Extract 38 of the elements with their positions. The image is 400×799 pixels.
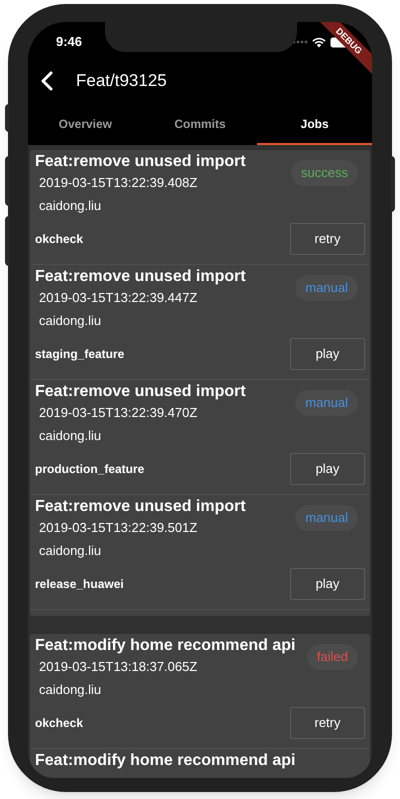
created-time: 2019-03-15T13:22:39.470Z [39, 404, 198, 422]
job-name: staging_feature [35, 346, 124, 363]
status-badge: manual [295, 275, 358, 301]
job-name: production_feature [35, 461, 144, 478]
status-badge: manual [295, 390, 358, 416]
status-badge: success [291, 160, 358, 186]
job-action-button[interactable]: retry [290, 223, 365, 255]
created-time: 2019-03-15T13:22:39.447Z [39, 289, 198, 307]
commit-title: Feat:remove unused import [35, 497, 246, 517]
status-time: 9:46 [56, 33, 82, 52]
job-action-button[interactable]: retry [290, 707, 365, 739]
signal-icon [292, 40, 308, 44]
author-name: caidong.liu [39, 427, 102, 445]
commit-title: Feat:remove unused import [35, 267, 246, 287]
wifi-icon [312, 36, 326, 48]
job-name: okcheck [35, 231, 84, 248]
commit-title: Feat:modify home recommend api [35, 636, 296, 656]
author-name: caidong.liu [39, 312, 102, 330]
commit-title: Feat:modify home recommend api [35, 751, 296, 771]
commit-title: Feat:remove unused import [35, 152, 246, 172]
created-time: 2019-03-15T13:22:39.501Z [39, 519, 198, 537]
created-time: 2019-03-15T13:18:37.065Z [39, 658, 198, 676]
created-time: 2019-03-15T13:22:39.408Z [39, 174, 198, 192]
back-icon[interactable] [40, 71, 54, 91]
status-badge: failed [306, 644, 358, 670]
author-name: caidong.liu [39, 197, 102, 215]
job-name: release_huawei [35, 576, 124, 593]
commit-title: Feat:remove unused import [35, 382, 246, 402]
author-name: caidong.liu [39, 681, 102, 699]
job-action-button[interactable]: play [290, 568, 365, 600]
job-action-button[interactable]: play [290, 338, 365, 370]
job-name: okcheck [35, 715, 84, 732]
author-name: caidong.liu [39, 542, 102, 560]
page-title: Feat/t93125 [76, 70, 167, 92]
status-badge: manual [295, 505, 358, 531]
tab[interactable]: Overview [28, 104, 143, 145]
job-action-button[interactable]: play [290, 453, 365, 485]
tab[interactable]: Commits [142, 104, 258, 145]
